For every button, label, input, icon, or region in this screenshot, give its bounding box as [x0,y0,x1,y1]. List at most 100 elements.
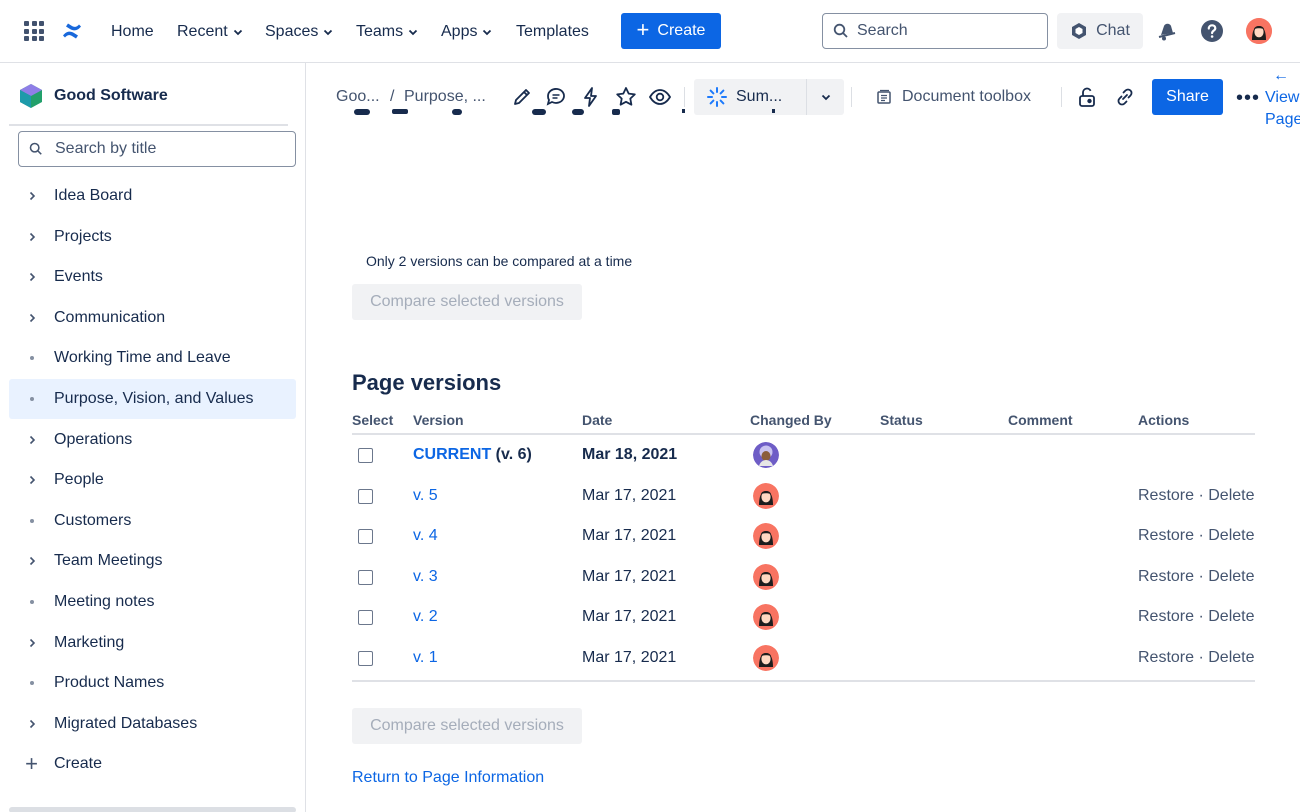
toolbar-divider [684,87,685,107]
sidebar-item-purpose[interactable]: Purpose, Vision, and Values [9,379,296,419]
watch-icon[interactable] [648,85,672,109]
version-link[interactable]: v. 1 [413,649,438,666]
sidebar-item-projects[interactable]: Projects [9,217,296,257]
sidebar-search-input[interactable]: Search by title [18,131,296,167]
chevron-right-icon[interactable] [9,190,54,202]
sidebar-item-events[interactable]: Events [9,257,296,297]
sidebar-item-communication[interactable]: Communication [9,298,296,338]
table-row: v. 3 Mar 17, 2021 Restore · Delete [352,557,1255,598]
view-page-link[interactable]: ← View Page [1265,65,1300,131]
bullet-icon [9,600,54,604]
version-link[interactable]: v. 4 [413,527,438,544]
sidebar-item-product-names[interactable]: Product Names [9,663,296,703]
bullet-icon [9,681,54,686]
avatar[interactable] [753,644,779,671]
sidebar-item-customers[interactable]: Customers [9,501,296,541]
compare-selected-button-bottom[interactable]: Compare selected versions [352,708,582,744]
create-button[interactable]: + Create [621,13,721,49]
avatar[interactable] [753,523,779,550]
star-icon[interactable] [614,85,638,109]
avatar[interactable] [1246,18,1272,44]
table-row: v. 2 Mar 17, 2021 Restore · Delete [352,597,1255,638]
sidebar-item-migrated-databases[interactable]: Migrated Databases [9,704,296,744]
nav-apps[interactable]: Apps [441,20,493,44]
version-checkbox[interactable] [358,488,373,504]
sidebar-item-marketing[interactable]: Marketing [9,623,296,663]
avatar[interactable] [753,563,779,590]
avatar[interactable] [753,482,779,509]
version-link[interactable]: v. 2 [413,608,438,625]
avatar[interactable] [753,604,779,631]
share-button[interactable]: Share [1152,79,1223,115]
restrictions-icon[interactable] [1075,85,1099,109]
edit-icon[interactable] [510,85,534,109]
document-toolbox-button[interactable]: Document toolbox [876,88,1031,106]
version-date: Mar 18, 2021 [582,446,678,463]
return-to-page-info-link[interactable]: Return to Page Information [352,769,544,787]
chevron-down-icon [821,94,830,101]
chat-button[interactable]: Chat [1057,13,1143,49]
version-date: Mar 17, 2021 [582,486,677,504]
sidebar-item-working-time[interactable]: Working Time and Leave [9,338,296,378]
nav-spaces[interactable]: Spaces [265,20,334,44]
chevron-right-icon[interactable] [9,555,54,567]
sidebar-divider [9,124,288,126]
version-checkbox[interactable] [358,610,373,626]
version-checkbox[interactable] [358,650,373,666]
space-header[interactable]: Good Software [18,83,168,109]
sidebar-item-idea-board[interactable]: Idea Board [9,176,296,216]
chevron-right-icon[interactable] [9,718,54,730]
version-checkbox[interactable] [358,529,373,545]
chevron-right-icon[interactable] [9,434,54,446]
version-actions[interactable]: Restore · Delete [1138,608,1255,626]
version-checkbox[interactable] [358,569,373,585]
chevron-right-icon[interactable] [9,312,54,324]
version-link[interactable]: v. 5 [413,487,438,504]
chevron-right-icon[interactable] [9,271,54,283]
chevron-right-icon[interactable] [9,637,54,649]
more-icon[interactable]: ••• [1236,87,1260,110]
bullet-icon [9,518,54,523]
bullet-icon [9,397,54,401]
nav-recent[interactable]: Recent [177,20,244,44]
app-grid-icon[interactable] [24,21,44,41]
sidebar-create-button[interactable]: + Create [9,744,296,784]
version-actions[interactable]: Restore · Delete [1138,649,1255,667]
nav-templates[interactable]: Templates [516,20,589,44]
sidebar-item-team-meetings[interactable]: Team Meetings [9,541,296,581]
version-link[interactable]: v. 3 [413,568,438,585]
chevron-right-icon[interactable] [9,474,54,486]
link-icon[interactable] [1113,85,1137,109]
version-date: Mar 17, 2021 [582,648,677,666]
breadcrumb-page[interactable]: Purpose, ... [404,88,486,106]
version-actions[interactable]: Restore · Delete [1138,527,1255,545]
breadcrumb-separator: / [390,88,395,105]
versions-table: Select Version Date Changed By Status Co… [352,406,1255,682]
version-checkbox[interactable] [358,448,373,463]
version-actions[interactable]: Restore · Delete [1138,487,1255,505]
summarize-dropdown-button[interactable] [807,91,844,103]
column-header-date: Date [582,412,613,428]
chevron-right-icon[interactable] [9,231,54,243]
automation-icon[interactable] [579,85,603,109]
avatar[interactable] [753,442,779,468]
comment-icon[interactable] [544,85,568,109]
version-actions[interactable]: Restore · Delete [1138,568,1255,586]
nav-teams[interactable]: Teams [356,20,419,44]
table-bottom-border [352,679,1255,682]
confluence-logo-icon[interactable] [60,19,84,43]
breadcrumb-space[interactable]: Goo... [336,88,380,106]
version-number: (v. 6) [495,446,532,463]
notification-icon[interactable] [1155,19,1179,43]
sidebar-item-meeting-notes[interactable]: Meeting notes [9,582,296,622]
compare-selected-button-top[interactable]: Compare selected versions [352,284,582,320]
sidebar-item-people[interactable]: People [9,460,296,500]
sidebar-item-operations[interactable]: Operations [9,420,296,460]
version-date: Mar 17, 2021 [582,527,677,545]
help-icon[interactable] [1200,19,1224,43]
global-search-input[interactable]: Search [822,13,1048,49]
version-link[interactable]: CURRENT [413,446,491,463]
chevron-down-icon [408,29,418,36]
nav-home[interactable]: Home [111,20,154,44]
sidebar-scrollbar[interactable] [9,807,296,812]
